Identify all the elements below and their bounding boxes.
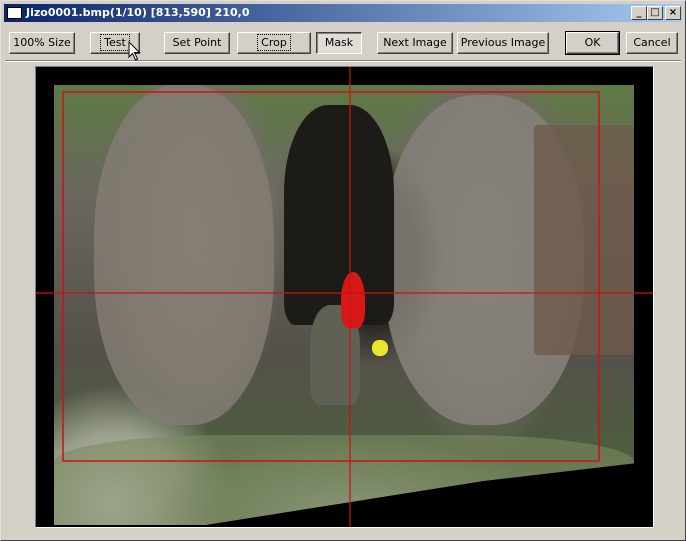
size-100-button[interactable]: 100% Size bbox=[9, 32, 75, 54]
window-app-icon bbox=[7, 7, 22, 19]
crop-label: Crop bbox=[257, 34, 291, 51]
mouse-pointer-icon bbox=[128, 41, 141, 61]
ok-button[interactable]: OK bbox=[565, 31, 620, 55]
toolbar-separator bbox=[5, 60, 681, 62]
image-editor-window: Jizo0001.bmp(1/10) [813,590] 210,0 _ □ ×… bbox=[0, 0, 686, 541]
ok-label: OK bbox=[584, 36, 601, 49]
test-label: Test bbox=[100, 34, 130, 51]
cancel-button[interactable]: Cancel bbox=[626, 32, 678, 54]
set-point-button[interactable]: Set Point bbox=[164, 32, 230, 54]
next-image-button[interactable]: Next Image bbox=[377, 32, 453, 54]
close-button[interactable]: × bbox=[665, 6, 681, 20]
crop-rectangle bbox=[62, 91, 600, 462]
next-image-label: Next Image bbox=[383, 36, 447, 49]
window-title: Jizo0001.bmp(1/10) [813,590] 210,0 bbox=[26, 6, 250, 19]
cancel-label: Cancel bbox=[633, 36, 671, 49]
title-bar[interactable]: Jizo0001.bmp(1/10) [813,590] 210,0 _ □ × bbox=[4, 4, 682, 22]
mask-label: Mask bbox=[324, 36, 354, 49]
size-100-label: 100% Size bbox=[13, 36, 71, 49]
previous-image-button[interactable]: Previous Image bbox=[457, 32, 549, 54]
minimize-button[interactable]: _ bbox=[631, 6, 647, 20]
crop-button[interactable]: Crop bbox=[237, 32, 311, 54]
maximize-button[interactable]: □ bbox=[647, 6, 663, 20]
image-viewport[interactable] bbox=[35, 66, 654, 528]
set-point-label: Set Point bbox=[172, 36, 222, 49]
mask-button[interactable]: Mask bbox=[316, 32, 362, 54]
guide-overlay bbox=[36, 67, 653, 527]
previous-image-label: Previous Image bbox=[460, 36, 546, 49]
